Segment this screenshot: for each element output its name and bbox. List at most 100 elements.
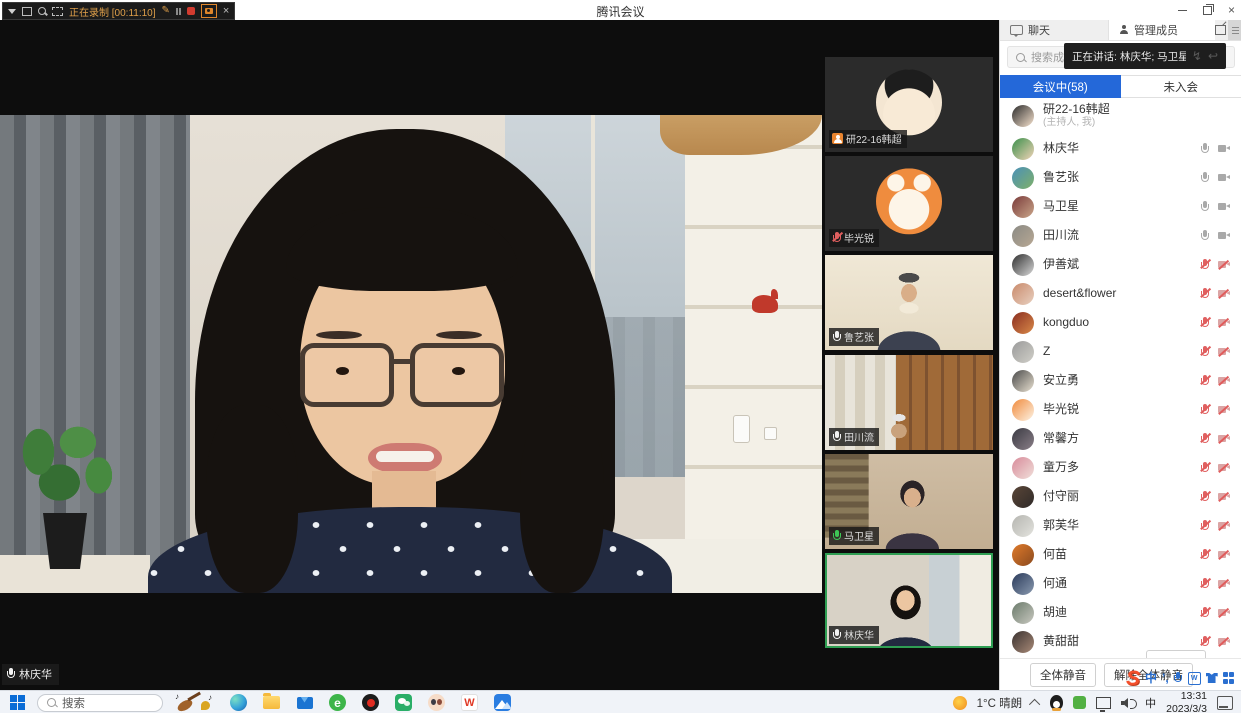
member-camera-icon[interactable] [1218, 608, 1230, 617]
skin-icon[interactable] [1206, 673, 1218, 683]
member-mic-icon[interactable] [1200, 433, 1209, 445]
member-row[interactable]: 研22-16韩超 (主持人, 我) [1000, 98, 1241, 134]
wechat-icon[interactable] [394, 693, 413, 712]
panel-menu-handle[interactable] [1228, 20, 1241, 40]
tencent-meeting-icon[interactable] [493, 693, 512, 712]
file-explorer-icon[interactable] [262, 693, 281, 712]
member-row[interactable]: desert&flower [1000, 279, 1241, 308]
recorder-close-icon[interactable]: × [223, 6, 229, 17]
popout-panel-icon[interactable] [1215, 25, 1226, 35]
member-mic-icon[interactable] [1200, 636, 1209, 648]
recorder-region-icon[interactable] [52, 7, 63, 16]
thumbnail-video[interactable]: 研22-16韩超 [825, 57, 993, 152]
member-row[interactable]: 何通 [1000, 569, 1241, 598]
thumbnail-video[interactable]: 毕光锐 [825, 156, 993, 251]
wps-office-icon[interactable]: W [460, 693, 479, 712]
member-row[interactable]: 林庆华 [1000, 134, 1241, 163]
member-row[interactable]: 毕光锐 [1000, 395, 1241, 424]
member-row[interactable]: 鲁艺张 [1000, 163, 1241, 192]
member-camera-icon[interactable] [1218, 202, 1230, 211]
mail-icon[interactable] [295, 693, 314, 712]
keyboard-icon[interactable]: W [1188, 672, 1201, 685]
member-row[interactable]: 伊善斌 [1000, 250, 1241, 279]
edge-browser-icon[interactable] [229, 693, 248, 712]
taskbar-search[interactable]: 搜索 [37, 694, 163, 712]
member-mic-icon[interactable] [1200, 230, 1209, 242]
member-mic-icon[interactable] [1200, 462, 1209, 474]
member-row[interactable]: 付守丽 [1000, 482, 1241, 511]
member-camera-icon[interactable] [1218, 463, 1230, 472]
qq-tray-icon[interactable] [1050, 695, 1063, 710]
member-row[interactable]: 安立勇 [1000, 366, 1241, 395]
sogou-logo-icon[interactable]: S [1126, 668, 1140, 689]
member-row[interactable]: 胡迪 [1000, 598, 1241, 627]
thumbnail-video[interactable]: 田川流 [825, 355, 993, 450]
member-mic-icon[interactable] [1200, 143, 1209, 155]
member-camera-icon[interactable] [1218, 376, 1230, 385]
tray-expand-icon[interactable] [1029, 698, 1040, 709]
tab-manage-members[interactable]: 管理成员 [1109, 20, 1215, 40]
member-mic-icon[interactable] [1200, 607, 1209, 619]
member-row[interactable]: 田川流 [1000, 221, 1241, 250]
member-camera-icon[interactable] [1218, 434, 1230, 443]
thumbnail-video[interactable]: 马卫星 [825, 454, 993, 549]
member-camera-icon[interactable] [1218, 318, 1230, 327]
weather-sun-icon[interactable] [953, 696, 967, 710]
voice-input-icon[interactable] [1174, 672, 1183, 684]
search-highlight-music-icon[interactable]: ♪ ♪ [175, 693, 215, 713]
member-mic-icon[interactable] [1200, 201, 1209, 213]
segment-not-joined[interactable]: 未入会 [1121, 75, 1241, 98]
member-mic-icon[interactable] [1200, 346, 1209, 358]
member-row[interactable]: 常馨方 [1000, 424, 1241, 453]
input-language-indicator[interactable]: 中 [1145, 695, 1156, 711]
stop-record-icon[interactable] [187, 7, 195, 15]
tab-chat[interactable]: 聊天 [1000, 20, 1109, 40]
member-mic-icon[interactable] [1200, 404, 1209, 416]
browser-360-icon[interactable]: e [328, 693, 347, 712]
avatar-app-icon[interactable] [427, 693, 446, 712]
recording-toolbar[interactable]: 正在录制 [00:11:10] ✎ × [2, 2, 235, 20]
input-method-toolbar[interactable]: S 中 ’, W [1126, 666, 1234, 690]
restore-button[interactable] [1203, 6, 1212, 15]
screen-recorder-icon[interactable] [361, 693, 380, 712]
member-mic-icon[interactable] [1200, 259, 1209, 271]
member-row[interactable]: kongduo [1000, 308, 1241, 337]
member-camera-icon[interactable] [1218, 521, 1230, 530]
member-mic-icon[interactable] [1200, 288, 1209, 300]
main-video-feed[interactable] [0, 115, 822, 593]
member-mic-icon[interactable] [1200, 578, 1209, 590]
wechat-tray-icon[interactable] [1073, 696, 1086, 709]
camera-capture-icon[interactable] [201, 4, 217, 18]
member-camera-icon[interactable] [1218, 347, 1230, 356]
minimize-button[interactable] [1178, 10, 1187, 11]
member-row[interactable]: 何苗 [1000, 540, 1241, 569]
member-camera-icon[interactable] [1218, 405, 1230, 414]
member-mic-icon[interactable] [1200, 491, 1209, 503]
segment-in-meeting[interactable]: 会议中(58) [1000, 75, 1121, 98]
member-mic-icon[interactable] [1200, 172, 1209, 184]
weather-text[interactable]: 1°C 晴朗 [977, 695, 1023, 711]
member-camera-icon[interactable] [1218, 289, 1230, 298]
member-camera-icon[interactable] [1218, 637, 1230, 646]
thumbnail-video[interactable]: 鲁艺张 [825, 255, 993, 350]
recorder-zoom-icon[interactable] [38, 7, 46, 15]
member-mic-icon[interactable] [1200, 317, 1209, 329]
member-camera-icon[interactable] [1218, 492, 1230, 501]
pause-icon[interactable] [176, 8, 181, 15]
reply-icon[interactable]: ↩ [1208, 50, 1218, 62]
clock[interactable]: 13:31 2023/3/3 [1166, 690, 1207, 713]
toolbox-icon[interactable] [1223, 672, 1235, 684]
notification-center-icon[interactable] [1217, 696, 1233, 710]
member-camera-icon[interactable] [1218, 173, 1230, 182]
member-row[interactable]: 马卫星 [1000, 192, 1241, 221]
close-button[interactable]: × [1228, 4, 1235, 16]
member-row[interactable]: 童万多 [1000, 453, 1241, 482]
recorder-window-icon[interactable] [22, 7, 32, 16]
network-icon[interactable] [1096, 697, 1111, 709]
member-mic-icon[interactable] [1200, 520, 1209, 532]
pen-icon[interactable]: ✎ [162, 6, 170, 16]
chinese-mode-icon[interactable]: 中 [1145, 672, 1157, 684]
recorder-menu-icon[interactable] [8, 9, 16, 14]
hand-raise-icon[interactable]: ↯ [1192, 50, 1202, 62]
member-camera-icon[interactable] [1218, 231, 1230, 240]
